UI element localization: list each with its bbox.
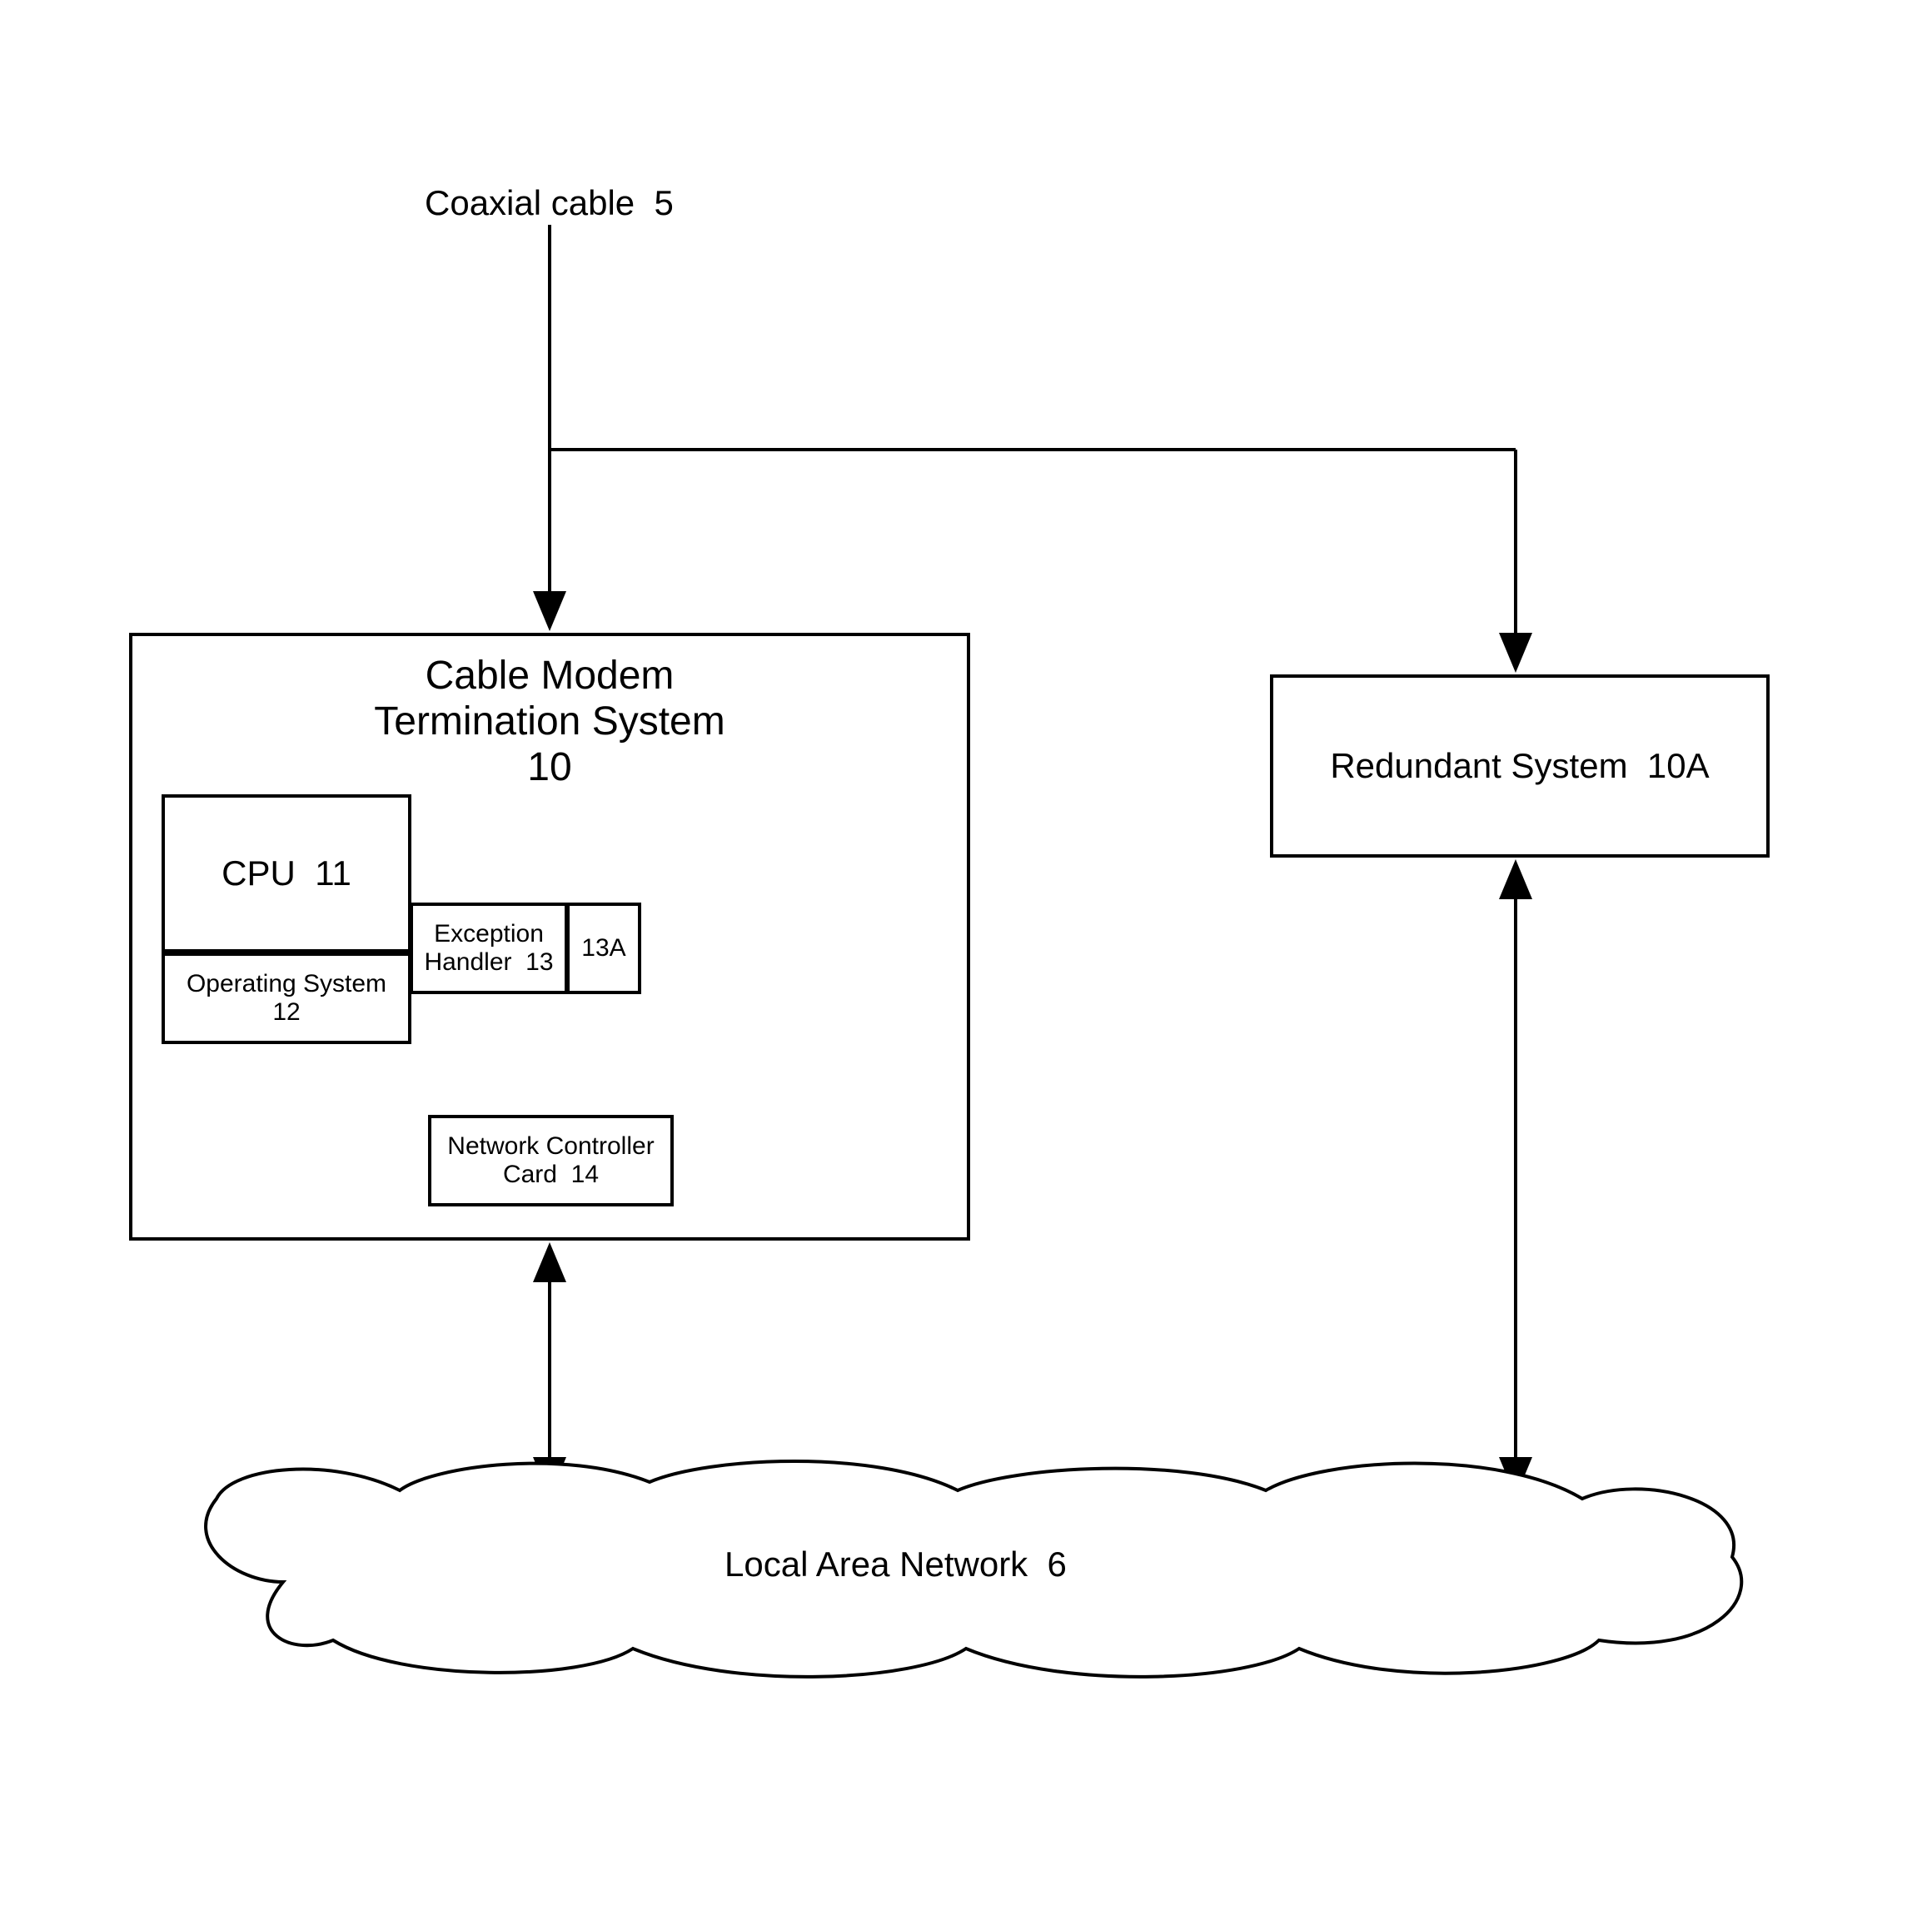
exception-text-2: Handler 13 [424, 948, 553, 977]
cpu-text: CPU [222, 853, 296, 893]
exception-sub-ref: 13A [581, 934, 625, 962]
nc-text-2: Card 14 [503, 1161, 599, 1189]
diagram-container: Coaxial cable 5 [0, 0, 1932, 1920]
redundant-text: Redundant System [1330, 746, 1627, 785]
cmts-title-line2: Termination System [141, 699, 959, 744]
lan-ref: 6 [1048, 1544, 1067, 1584]
exception-sub-box: 13A [566, 903, 641, 994]
network-controller-box: Network Controller Card 14 [428, 1115, 674, 1206]
os-box: Operating System 12 [162, 953, 411, 1044]
lan-text: Local Area Network [724, 1544, 1028, 1584]
os-ref: 12 [272, 998, 300, 1027]
os-text: Operating System [187, 970, 386, 998]
cmts-box: Cable Modem Termination System 10 CPU 11… [129, 633, 970, 1241]
cmts-title: Cable Modem Termination System 10 [132, 644, 967, 798]
cmts-title-line1: Cable Modem [141, 653, 959, 699]
redundant-ref: 10A [1647, 746, 1710, 785]
exception-text-1: Exception [434, 920, 544, 948]
nc-text-1: Network Controller [447, 1132, 654, 1161]
redundant-label: Redundant System 10A [1330, 746, 1709, 786]
cpu-box: CPU 11 [162, 794, 411, 953]
cpu-ref: 11 [315, 853, 351, 893]
cmts-ref: 10 [141, 744, 959, 790]
exception-handler-box: Exception Handler 13 [410, 903, 568, 994]
redundant-system-box: Redundant System 10A [1270, 674, 1770, 858]
lan-label: Local Area Network 6 [724, 1544, 1067, 1584]
cpu-label: CPU 11 [222, 853, 351, 893]
